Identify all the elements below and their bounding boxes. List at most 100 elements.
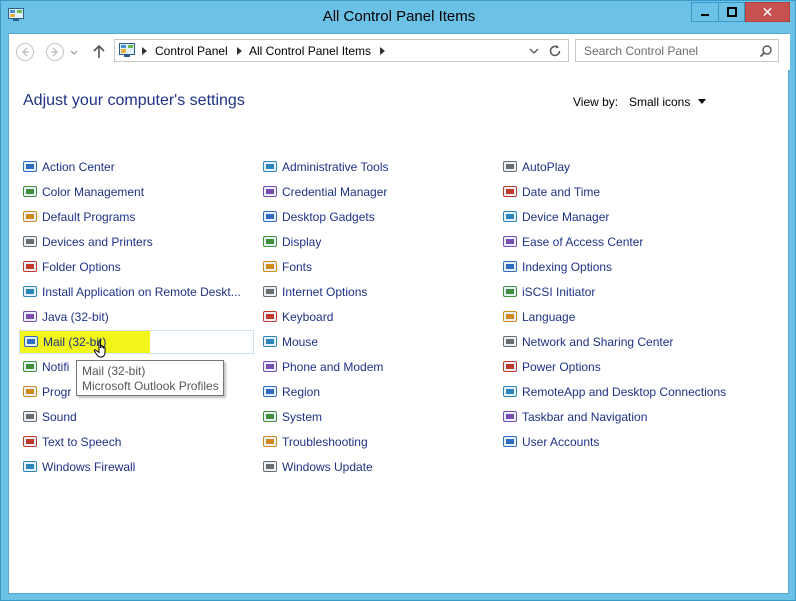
chevron-down-icon[interactable] [527, 44, 541, 58]
control-panel-item[interactable]: Credential Manager [259, 180, 484, 204]
speaker-icon [23, 411, 37, 422]
control-panel-item[interactable]: System [259, 405, 484, 429]
control-panel-item-label: iSCSI Initiator [522, 285, 596, 299]
control-panel-item-label: Region [282, 385, 321, 399]
control-panel-item[interactable]: Sound [19, 405, 254, 429]
breadcrumb-separator-icon[interactable] [380, 47, 385, 55]
breadcrumb-separator-icon[interactable] [237, 47, 242, 55]
notification-icon [23, 361, 37, 372]
control-panel-item[interactable]: Administrative Tools [259, 155, 484, 179]
control-panel-item[interactable]: Display [259, 230, 484, 254]
control-panel-item[interactable]: Troubleshooting [259, 430, 484, 454]
search-placeholder: Search Control Panel [584, 44, 699, 58]
control-panel-item[interactable]: Fonts [259, 255, 484, 279]
control-panel-item[interactable]: Power Options [499, 355, 769, 379]
control-panel-item[interactable]: AutoPlay [499, 155, 769, 179]
breadcrumb-separator-icon[interactable] [142, 47, 147, 55]
ease-access-icon [503, 236, 517, 247]
mouse-icon [263, 336, 277, 347]
control-panel-item[interactable]: Text to Speech [19, 430, 254, 454]
control-panel-item[interactable]: User Accounts [499, 430, 769, 454]
control-panel-item-label: Language [522, 310, 576, 324]
control-panel-item-label: Power Options [522, 360, 601, 374]
control-panel-item[interactable]: Taskbar and Navigation [499, 405, 769, 429]
remote-install-icon [23, 286, 37, 297]
system-icon [263, 411, 277, 422]
control-panel-item[interactable]: Folder Options [19, 255, 254, 279]
breadcrumb-all-items[interactable]: All Control Panel Items [249, 44, 371, 58]
control-panel-item[interactable]: Default Programs [19, 205, 254, 229]
language-icon [503, 311, 517, 322]
speech-icon [23, 436, 37, 447]
color-monitor-icon [23, 186, 37, 197]
control-panel-item[interactable]: Language [499, 305, 769, 329]
users-icon [503, 436, 517, 447]
control-panel-item[interactable]: iSCSI Initiator [499, 280, 769, 304]
search-icon[interactable] [759, 44, 773, 58]
control-panel-item[interactable]: Network and Sharing Center [499, 330, 769, 354]
control-panel-item-label: Troubleshooting [282, 435, 368, 449]
control-panel-item[interactable]: Windows Firewall [19, 455, 254, 479]
recent-locations-icon[interactable] [69, 42, 79, 62]
indexing-icon [503, 261, 517, 272]
device-manager-icon [503, 211, 517, 222]
control-panel-item-label: Desktop Gadgets [282, 210, 375, 224]
chevron-down-icon[interactable] [698, 99, 706, 104]
control-panel-item-label: Sound [42, 410, 77, 424]
address-bar[interactable]: Control Panel All Control Panel Items [114, 39, 569, 62]
control-panel-item[interactable]: Color Management [19, 180, 254, 204]
up-icon[interactable] [91, 42, 107, 62]
minimize-button[interactable] [691, 2, 718, 22]
phone-icon [263, 361, 277, 372]
title-bar[interactable]: All Control Panel Items ✕ [1, 1, 796, 33]
breadcrumb-control-panel[interactable]: Control Panel [155, 44, 228, 58]
control-panel-item-label: Text to Speech [42, 435, 122, 449]
control-panel-item[interactable]: Java (32-bit) [19, 305, 254, 329]
control-panel-item[interactable]: Region [259, 380, 484, 404]
control-panel-item[interactable]: Internet Options [259, 280, 484, 304]
close-button[interactable]: ✕ [745, 2, 790, 22]
control-panel-item-label: Phone and Modem [282, 360, 384, 374]
control-panel-item-label: Device Manager [522, 210, 610, 224]
control-panel-item[interactable]: Indexing Options [499, 255, 769, 279]
control-panel-item[interactable]: Device Manager [499, 205, 769, 229]
power-icon [503, 361, 517, 372]
maximize-button[interactable] [718, 2, 745, 22]
control-panel-item[interactable]: Desktop Gadgets [259, 205, 484, 229]
fonts-icon [263, 261, 277, 272]
printer-icon [23, 236, 37, 247]
control-panel-item-label: Notifi [42, 360, 70, 374]
control-panel-item-label: AutoPlay [522, 160, 571, 174]
control-panel-item[interactable]: Windows Update [259, 455, 484, 479]
vault-icon [263, 186, 277, 197]
control-panel-item[interactable]: Devices and Printers [19, 230, 254, 254]
control-panel-item[interactable]: Date and Time [499, 180, 769, 204]
search-input[interactable]: Search Control Panel [575, 39, 779, 62]
maximize-icon [726, 7, 737, 17]
control-panel-item[interactable]: Phone and Modem [259, 355, 484, 379]
control-panel-item[interactable]: Action Center [19, 155, 254, 179]
control-panel-item[interactable]: Mouse [259, 330, 484, 354]
back-icon[interactable] [15, 42, 35, 62]
update-icon [263, 461, 277, 472]
view-by-label: View by: [573, 95, 619, 109]
page-title: Adjust your computer's settings [23, 92, 245, 109]
navigation-bar: Control Panel All Control Panel Items Se… [9, 34, 790, 70]
forward-icon[interactable] [45, 42, 65, 62]
gadgets-icon [263, 211, 277, 222]
control-panel-item-label: Network and Sharing Center [522, 335, 674, 349]
control-panel-item-label: Default Programs [42, 210, 136, 224]
control-panel-item[interactable]: Ease of Access Center [499, 230, 769, 254]
refresh-icon[interactable] [547, 43, 563, 59]
control-panel-item[interactable]: Mail (32-bit) [19, 330, 254, 354]
control-panel-item[interactable]: RemoteApp and Desktop Connections [499, 380, 769, 404]
control-panel-item-label: Indexing Options [522, 260, 613, 274]
hand-cursor-icon [93, 340, 106, 358]
control-panel-item-label: Date and Time [522, 185, 601, 199]
remoteapp-icon [503, 386, 517, 397]
control-panel-item[interactable]: Install Application on Remote Deskt... [19, 280, 254, 304]
view-by-dropdown[interactable]: Small icons [629, 95, 690, 109]
control-panel-item[interactable]: Keyboard [259, 305, 484, 329]
mail-icon [24, 336, 38, 347]
control-panel-item-label: User Accounts [522, 435, 600, 449]
